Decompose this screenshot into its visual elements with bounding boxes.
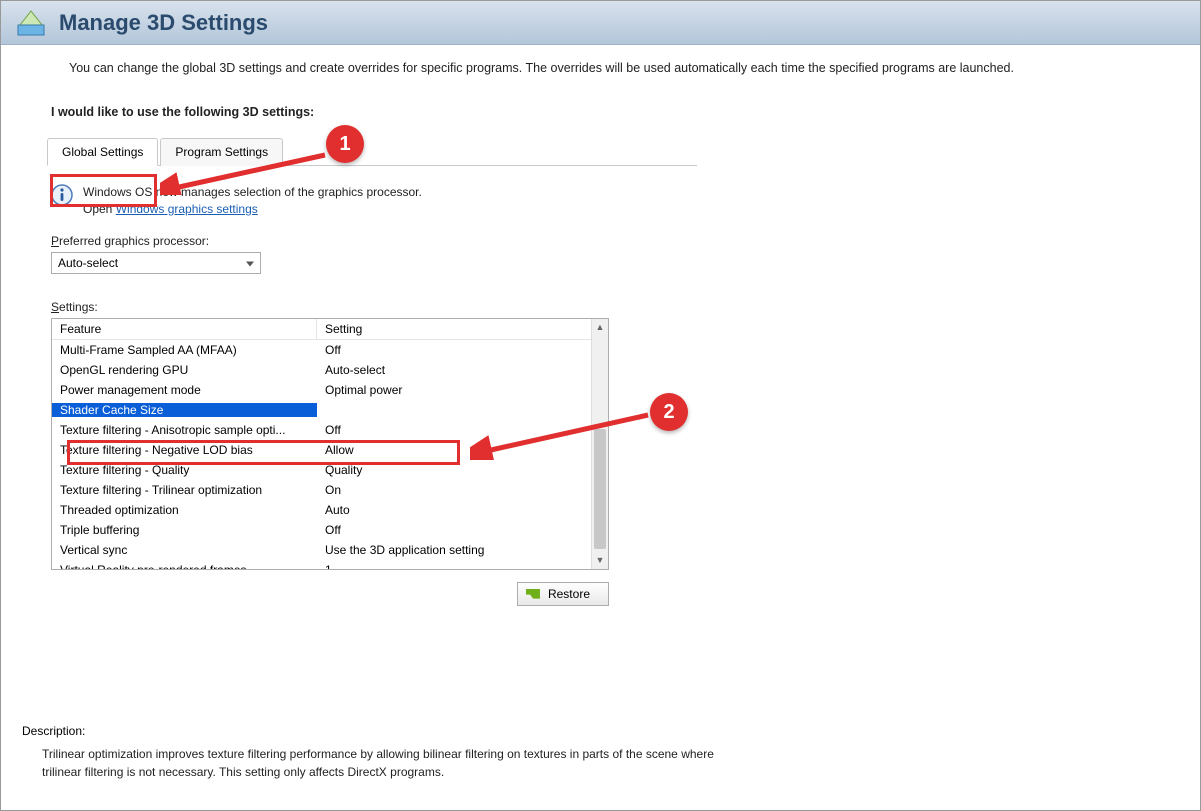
row-feature: Triple buffering [52, 523, 317, 537]
description-text: Trilinear optimization improves texture … [42, 746, 722, 781]
table-row[interactable]: Triple bufferingOff [52, 520, 608, 540]
row-setting: Off [317, 343, 608, 357]
row-setting: Auto [317, 503, 608, 517]
description-section: Description: Trilinear optimization impr… [22, 724, 722, 781]
description-label: Description: [22, 724, 722, 738]
table-row[interactable]: Texture filtering - Negative LOD biasAll… [52, 440, 608, 460]
row-feature: Vertical sync [52, 543, 317, 557]
row-setting: Off [317, 423, 608, 437]
info-icon [51, 184, 73, 206]
row-feature: Texture filtering - Trilinear optimizati… [52, 483, 317, 497]
row-setting: Allow [317, 443, 608, 457]
tab-global-settings[interactable]: Global Settings [47, 138, 158, 166]
scroll-down[interactable]: ▼ [592, 552, 608, 569]
scroll-up[interactable]: ▲ [592, 319, 608, 336]
col-feature[interactable]: Feature [52, 319, 317, 339]
row-feature: Texture filtering - Negative LOD bias [52, 443, 317, 457]
window-header: Manage 3D Settings [1, 1, 1200, 45]
intro-text: You can change the global 3D settings an… [69, 61, 1172, 75]
info-line2-prefix: Open [83, 202, 116, 216]
page-title: Manage 3D Settings [59, 10, 268, 36]
table-row[interactable]: Texture filtering - Anisotropic sample o… [52, 420, 608, 440]
table-row[interactable]: Texture filtering - QualityQuality [52, 460, 608, 480]
row-feature: Threaded optimization [52, 503, 317, 517]
nvidia-3d-icon [15, 7, 47, 39]
windows-graphics-settings-link[interactable]: Windows graphics settings [116, 202, 258, 216]
nvidia-icon [526, 589, 540, 599]
row-feature: Power management mode [52, 383, 317, 397]
scroll-thumb[interactable] [594, 429, 606, 549]
table-row[interactable]: Multi-Frame Sampled AA (MFAA)Off [52, 340, 608, 360]
table-row[interactable]: Shader Cache SizeUnlimited [52, 400, 608, 420]
row-feature: OpenGL rendering GPU [52, 363, 317, 377]
row-feature: Multi-Frame Sampled AA (MFAA) [52, 343, 317, 357]
row-feature: Texture filtering - Anisotropic sample o… [52, 423, 317, 437]
table-row[interactable]: Texture filtering - Trilinear optimizati… [52, 480, 608, 500]
table-row[interactable]: OpenGL rendering GPUAuto-select [52, 360, 608, 380]
table-row[interactable]: Vertical syncUse the 3D application sett… [52, 540, 608, 560]
settings-table[interactable]: Feature Setting Multi-Frame Sampled AA (… [51, 318, 609, 570]
preferred-processor-select[interactable]: Auto-select [51, 252, 261, 274]
row-setting: Auto-select [317, 363, 608, 377]
table-header: Feature Setting [52, 319, 608, 340]
col-setting[interactable]: Setting [317, 319, 608, 339]
row-feature: Shader Cache Size [52, 403, 317, 417]
info-line1: Windows OS now manages selection of the … [83, 184, 422, 201]
preferred-processor-label: Preferred graphics processor: [51, 234, 693, 248]
row-feature: Texture filtering - Quality [52, 463, 317, 477]
tabs: Global Settings Program Settings [47, 137, 697, 166]
restore-label: Restore [548, 587, 590, 601]
table-row[interactable]: Power management modeOptimal power [52, 380, 608, 400]
preferred-processor-value: Auto-select [58, 256, 118, 270]
info-text: Windows OS now manages selection of the … [83, 184, 422, 218]
row-setting: Quality [317, 463, 608, 477]
row-setting: Optimal power [317, 383, 608, 397]
restore-button[interactable]: Restore [517, 582, 609, 606]
row-setting: Off [317, 523, 608, 537]
scrollbar[interactable]: ▲ ▼ [591, 319, 608, 569]
tab-program-settings[interactable]: Program Settings [160, 138, 283, 166]
row-setting: On [317, 483, 608, 497]
row-feature: Virtual Reality pre-rendered frames [52, 563, 317, 570]
table-row[interactable]: Virtual Reality pre-rendered frames1 [52, 560, 608, 570]
settings-label: Settings: [51, 300, 693, 314]
section-title: I would like to use the following 3D set… [51, 105, 1172, 119]
row-setting: Use the 3D application setting [317, 543, 608, 557]
table-row[interactable]: Threaded optimizationAuto [52, 500, 608, 520]
row-setting: 1 [317, 563, 608, 570]
